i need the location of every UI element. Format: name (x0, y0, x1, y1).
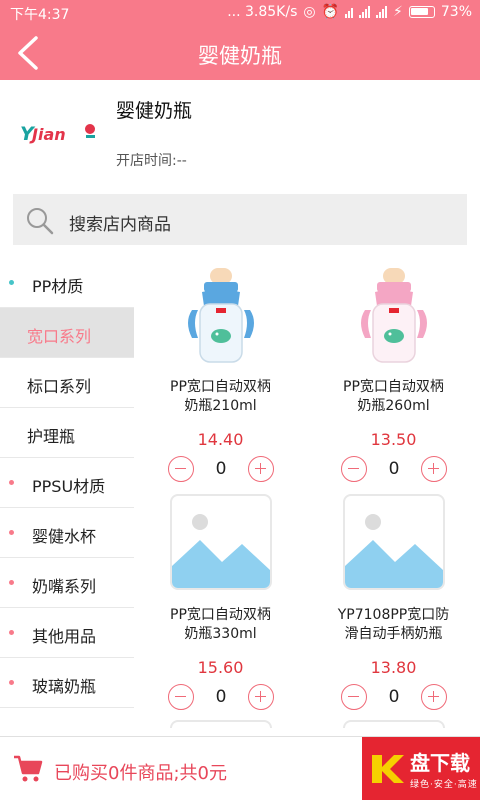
watermark-k-icon (372, 755, 404, 783)
app-header: 婴健奶瓶 (0, 26, 480, 80)
product-grid: PP宽口自动双柄 奶瓶210ml 14.40 0 PP宽口自动双柄 奶瓶260m… (134, 258, 480, 728)
quantity-value: 0 (388, 459, 400, 479)
search-icon (27, 208, 54, 235)
quantity-stepper: 0 (341, 684, 447, 710)
sidebar-item-pp[interactable]: PP材质 (0, 258, 134, 308)
product-price: 14.40 (197, 430, 244, 449)
decrease-button[interactable] (341, 684, 367, 710)
search-input[interactable]: 搜索店内商品 (13, 194, 467, 245)
image-placeholder-icon (170, 720, 272, 728)
svg-text:Jian: Jian (29, 125, 66, 144)
status-bar: 下午4:37 ... 3.85K/s ◎ ⏰ ⚡ 73% (0, 0, 480, 26)
quantity-stepper: 0 (168, 684, 274, 710)
page-title: 婴健奶瓶 (198, 44, 282, 68)
image-placeholder-icon (343, 494, 445, 590)
signal-icon-2 (376, 6, 388, 18)
product-image-pink-bottle (361, 268, 427, 363)
sidebar-item-care-bottle[interactable]: 护理瓶 (0, 408, 134, 458)
alarm-icon: ◎ (303, 4, 316, 20)
sidebar-item-other[interactable]: 其他用品 (0, 608, 134, 658)
store-hours-value: -- (176, 153, 187, 169)
product-name-line: PP宽口自动双柄 (170, 379, 271, 395)
bullet-icon (9, 630, 14, 635)
image-placeholder-icon (343, 720, 445, 728)
product-card[interactable]: YP7108PP宽口防 滑自动手柄奶瓶 13.80 0 (307, 486, 480, 710)
product-name: PP宽口自动双柄 奶瓶330ml (134, 606, 307, 644)
cart-summary: 已购买0件商品;共0元 (54, 763, 227, 784)
product-name: PP宽口自动双柄 奶瓶260ml (307, 378, 480, 416)
bullet-icon (9, 530, 14, 535)
charging-icon: ⚡ (393, 4, 403, 20)
sidebar-item-label: PP材质 (32, 277, 84, 296)
product-card[interactable]: PP宽口自动双柄 奶瓶330ml 15.60 0 (134, 486, 307, 710)
sidebar-item-standard-mouth[interactable]: 标口系列 (0, 358, 134, 408)
product-price: 15.60 (197, 658, 244, 677)
product-name-line: YP7108PP宽口防 (337, 607, 450, 623)
status-time: 下午4:37 (10, 7, 70, 23)
bullet-icon (9, 280, 14, 285)
sidebar-item-wide-mouth[interactable]: 宽口系列 (0, 308, 134, 358)
status-icons: ... 3.85K/s ◎ ⏰ ⚡ 73% (227, 4, 472, 20)
bullet-icon (9, 580, 14, 585)
product-name-line: PP宽口自动双柄 (170, 607, 271, 623)
category-sidebar: PP材质 宽口系列 标口系列 护理瓶 PPSU材质 婴健水杯 奶嘴系列 其他用品… (0, 258, 134, 728)
product-image-blue-bottle (188, 268, 254, 363)
signal-icon (359, 6, 371, 18)
product-card[interactable]: PP宽口自动双柄 奶瓶210ml 14.40 0 (134, 258, 307, 482)
increase-button[interactable] (248, 456, 274, 482)
product-name-line: 滑自动手柄奶瓶 (344, 626, 443, 642)
quantity-value: 0 (215, 687, 227, 707)
product-card[interactable]: PP宽口自动双柄 奶瓶260ml 13.50 0 (307, 258, 480, 482)
watermark-logo: 盘下载 绿色·安全·高速 (362, 737, 480, 800)
product-name-line: 奶瓶210ml (184, 398, 257, 414)
sidebar-item-ppsu[interactable]: PPSU材质 (0, 458, 134, 508)
product-name: PP宽口自动双柄 奶瓶210ml (134, 378, 307, 416)
bullet-icon (9, 480, 14, 485)
decrease-button[interactable] (341, 456, 367, 482)
store-info: Y Jian 婴健奶瓶 开店时间:-- (0, 80, 480, 184)
decrease-button[interactable] (168, 684, 194, 710)
increase-button[interactable] (421, 456, 447, 482)
cart-bar: 已购买0件商品;共0元 盘下载 绿色·安全·高速 (0, 736, 480, 800)
quantity-stepper: 0 (341, 456, 447, 482)
increase-button[interactable] (421, 684, 447, 710)
wifi-icon (345, 6, 354, 18)
sidebar-item-label: PPSU材质 (32, 477, 106, 496)
battery-icon (408, 6, 435, 18)
clock-icon: ⏰ (321, 4, 340, 20)
sidebar-item-label: 其他用品 (32, 627, 97, 646)
product-name: YP7108PP宽口防 滑自动手柄奶瓶 (307, 606, 480, 644)
sidebar-item-label: 玻璃奶瓶 (32, 677, 97, 696)
product-price: 13.50 (370, 430, 417, 449)
sidebar-item-water-cup[interactable]: 婴健水杯 (0, 508, 134, 558)
sidebar-item-nipple[interactable]: 奶嘴系列 (0, 558, 134, 608)
bullet-icon (9, 680, 14, 685)
store-logo: Y Jian (18, 120, 98, 146)
sidebar-item-label: 婴健水杯 (32, 527, 97, 546)
store-hours: 开店时间:-- (116, 150, 187, 170)
product-name-line: 奶瓶260ml (357, 398, 430, 414)
cart-icon[interactable] (12, 753, 44, 783)
sidebar-item-glass[interactable]: 玻璃奶瓶 (0, 658, 134, 708)
sidebar-item-label: 护理瓶 (27, 427, 76, 446)
sidebar-item-label: 标口系列 (27, 377, 92, 396)
watermark-text: 盘下载 (410, 751, 470, 775)
quantity-stepper: 0 (168, 456, 274, 482)
quantity-value: 0 (215, 459, 227, 479)
sidebar-item-label: 奶嘴系列 (32, 577, 97, 596)
product-price: 13.80 (370, 658, 417, 677)
product-name-line: 奶瓶330ml (184, 626, 257, 642)
quantity-value: 0 (388, 687, 400, 707)
product-name-line: PP宽口自动双柄 (343, 379, 444, 395)
watermark-subtext: 绿色·安全·高速 (410, 780, 478, 790)
store-hours-label: 开店时间: (116, 153, 177, 169)
decrease-button[interactable] (168, 456, 194, 482)
network-speed: ... 3.85K/s (227, 4, 298, 20)
sidebar-item-label: 宽口系列 (27, 327, 92, 346)
search-placeholder: 搜索店内商品 (69, 215, 171, 235)
store-name: 婴健奶瓶 (116, 100, 193, 122)
battery-percent: 73% (440, 4, 472, 20)
increase-button[interactable] (248, 684, 274, 710)
image-placeholder-icon (170, 494, 272, 590)
